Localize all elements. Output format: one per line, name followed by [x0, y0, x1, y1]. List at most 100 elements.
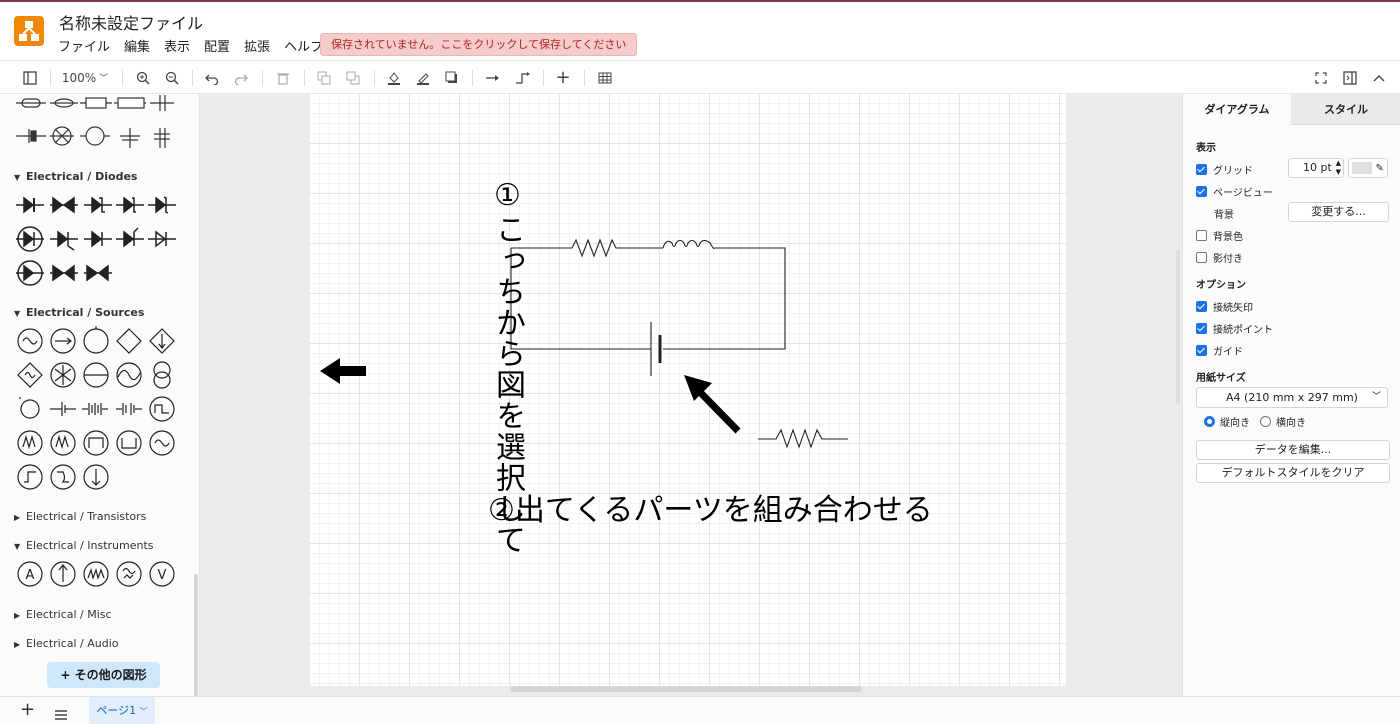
category-audio[interactable]: ▶ Electrical / Audio [14, 637, 119, 650]
landscape-radio[interactable] [1260, 416, 1271, 427]
collapsed-triangle-icon: ▶ [14, 611, 21, 620]
category-transistors[interactable]: ▶ Electrical / Transistors [14, 510, 146, 523]
redo-icon[interactable] [230, 61, 252, 94]
category-label: Electrical / Sources [26, 306, 145, 319]
chevron-down-icon: ﹀ [99, 74, 109, 84]
landscape-label: 横向き [1276, 418, 1306, 429]
connection-points-label: 接続ポイント [1213, 325, 1273, 336]
grid-size-input[interactable]: 10 pt ▲ ▼ [1288, 158, 1344, 178]
collapse-chevron-up-icon[interactable] [1368, 61, 1390, 94]
pages-menu-icon[interactable] [54, 705, 68, 724]
page-tab-1[interactable]: ページ1 ﹀ [89, 697, 155, 724]
unsaved-warning[interactable]: 保存されていません。ここをクリックして保存してください [320, 33, 638, 56]
tab-diagram[interactable]: ダイアグラム [1183, 94, 1291, 125]
canvas-vertical-scrollbar[interactable] [1176, 249, 1180, 404]
shadow-checkbox[interactable] [1196, 252, 1207, 263]
grid-checkbox[interactable] [1196, 164, 1207, 175]
collapsed-triangle-icon: ▶ [14, 640, 21, 649]
spinner-arrows-icon[interactable]: ▲ ▼ [1336, 159, 1341, 177]
more-shapes-button[interactable]: + その他の図形 [47, 662, 160, 688]
format-panel: ダイアグラム スタイル 表示 グリッド 10 pt ▲ ▼ ✎ ページビュー 背景… [1182, 94, 1400, 696]
menu-view[interactable]: 表示 [164, 36, 190, 55]
portrait-radio[interactable] [1204, 416, 1215, 427]
zoom-out-icon[interactable] [161, 61, 183, 94]
diagram-canvas[interactable]: ①こっちから図を選択して ②出てくるパーツを組み合わせる [200, 94, 1182, 696]
page-view-label: ページビュー [1213, 188, 1273, 199]
to-back-icon[interactable] [342, 61, 364, 94]
shadow-option[interactable]: 影付き [1196, 250, 1243, 265]
page-view-checkbox[interactable] [1196, 186, 1207, 197]
category-label: Electrical / Diodes [26, 170, 138, 183]
orientation-options: 縦向き 横向き [1204, 414, 1306, 429]
horizontal-annotation[interactable]: ②出てくるパーツを組み合わせる [488, 485, 933, 529]
canvas-horizontal-scrollbar[interactable] [510, 686, 862, 692]
undo-icon[interactable] [201, 61, 223, 94]
line-color-icon[interactable] [412, 61, 434, 94]
diagram-page[interactable]: ①こっちから図を選択して ②出てくるパーツを組み合わせる [310, 94, 1066, 686]
guides-checkbox[interactable] [1196, 345, 1207, 356]
change-background-button[interactable]: 変更する... [1288, 202, 1389, 222]
page-view-option[interactable]: ページビュー [1196, 184, 1273, 199]
fullscreen-icon[interactable] [1310, 61, 1332, 94]
connection-arrows-checkbox[interactable] [1196, 301, 1207, 312]
category-misc[interactable]: ▶ Electrical / Misc [14, 608, 112, 621]
background-color-label: 背景色 [1213, 232, 1243, 243]
menu-file[interactable]: ファイル [58, 36, 110, 55]
loose-resistor [758, 428, 848, 449]
background-color-option[interactable]: 背景色 [1196, 228, 1243, 243]
portrait-label: 縦向き [1220, 418, 1250, 429]
waypoints-icon[interactable] [511, 61, 535, 94]
insert-plus-icon[interactable]: + [552, 61, 574, 94]
options-heading: オプション [1196, 280, 1246, 291]
connection-arrows-label: 接続矢印 [1213, 303, 1253, 314]
drawing-layer[interactable] [310, 94, 1066, 686]
diode-shapes[interactable] [0, 190, 200, 290]
tab-style[interactable]: スタイル [1291, 94, 1400, 125]
diagonal-arrow-shape [684, 375, 741, 434]
background-color-checkbox[interactable] [1196, 230, 1207, 241]
app-logo-icon[interactable] [14, 16, 44, 46]
page-tab-label: ページ1 [96, 704, 137, 717]
left-arrow-shape [320, 358, 366, 384]
connection-arrow-icon[interactable] [482, 61, 504, 94]
view-heading: 表示 [1196, 143, 1216, 154]
shadow-icon[interactable] [441, 61, 463, 94]
zoom-dropdown[interactable]: 100% ﹀ [58, 61, 112, 94]
grid-color-button[interactable]: ✎ [1348, 158, 1388, 178]
format-panel-icon[interactable] [1339, 61, 1361, 94]
app-header: 名称未設定ファイル ファイル 編集 表示 配置 拡張 ヘルプ 保存されていません… [0, 2, 1400, 60]
grid-option[interactable]: グリッド [1196, 162, 1253, 177]
sidebar-scrollbar[interactable] [194, 574, 198, 696]
add-page-plus-icon[interactable]: + [20, 699, 35, 720]
misc-shapes-partial[interactable] [0, 94, 200, 154]
ammeter-letter: A [26, 568, 35, 583]
instrument-shapes[interactable]: A V [0, 558, 200, 592]
document-title[interactable]: 名称未設定ファイル [59, 10, 203, 34]
source-shapes[interactable] [0, 324, 200, 494]
paper-size-select[interactable]: A4 (210 mm x 297 mm) ﹀ [1196, 387, 1388, 408]
guides-option[interactable]: ガイド [1196, 343, 1243, 358]
category-sources[interactable]: ▼ Electrical / Sources [14, 306, 144, 319]
menu-edit[interactable]: 編集 [124, 36, 150, 55]
format-panel-toggle-icon[interactable] [18, 61, 42, 94]
voltmeter-letter: V [158, 568, 167, 583]
clear-default-style-button[interactable]: デフォルトスタイルをクリア [1196, 463, 1390, 483]
connection-arrows-option[interactable]: 接続矢印 [1196, 299, 1253, 314]
menu-arrange[interactable]: 配置 [204, 36, 230, 55]
expanded-triangle-icon: ▼ [14, 173, 21, 182]
category-instruments[interactable]: ▼ Electrical / Instruments [14, 539, 154, 552]
connection-points-checkbox[interactable] [1196, 323, 1207, 334]
edit-data-button[interactable]: データを編集... [1196, 440, 1390, 460]
table-icon[interactable] [594, 61, 616, 94]
guides-label: ガイド [1213, 347, 1243, 358]
category-label: Electrical / Transistors [26, 510, 147, 523]
connection-points-option[interactable]: 接続ポイント [1196, 321, 1273, 336]
delete-icon[interactable] [272, 61, 294, 94]
fill-color-icon[interactable] [383, 61, 405, 94]
menu-extras[interactable]: 拡張 [244, 36, 270, 55]
expanded-triangle-icon: ▼ [14, 309, 21, 318]
menu-help[interactable]: ヘルプ [284, 36, 323, 55]
zoom-in-icon[interactable] [132, 61, 154, 94]
category-diodes[interactable]: ▼ Electrical / Diodes [14, 170, 137, 183]
to-front-icon[interactable] [313, 61, 335, 94]
